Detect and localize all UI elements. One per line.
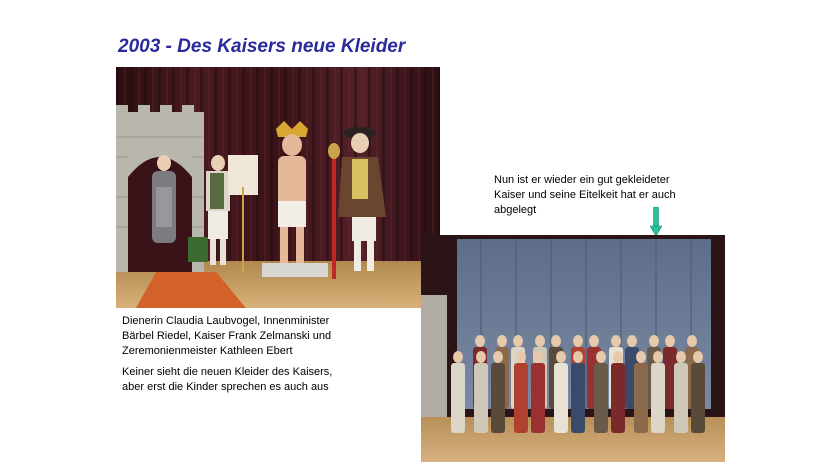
- caption-line: Keiner sieht die neuen Kleider des Kaise…: [122, 366, 333, 378]
- cast-member-head: [636, 351, 646, 363]
- cast-member-body: [634, 363, 648, 433]
- cast-member-head: [533, 351, 543, 363]
- cast-member-body: [514, 363, 528, 433]
- caption-line: Dienerin Claudia Laubvogel, Innenministe…: [122, 315, 330, 327]
- cast-member-body: [594, 363, 608, 433]
- cast-member-body: [691, 363, 705, 433]
- cast-member-head: [613, 351, 623, 363]
- stage-scene-caption: Dienerin Claudia Laubvogel, Innenministe…: [122, 314, 412, 401]
- caption-line: Zeremonienmeister Kathleen Ebert: [122, 345, 293, 357]
- cast-member-head: [611, 335, 621, 347]
- cast-member-head: [497, 335, 507, 347]
- cast-member-head: [476, 351, 486, 363]
- cast-member-body: [451, 363, 465, 433]
- cast-member-head: [516, 351, 526, 363]
- cast-member-body: [554, 363, 568, 433]
- slide-title: 2003 - Des Kaisers neue Kleider: [118, 36, 406, 57]
- cast-member-head: [687, 335, 697, 347]
- caption-line: aber erst die Kinder sprechen es auch au…: [122, 381, 329, 393]
- down-arrow-icon: [650, 207, 662, 237]
- cast-member-body: [491, 363, 505, 433]
- note-line: abgelegt: [494, 204, 537, 216]
- cast-member-head: [573, 335, 583, 347]
- cast-member-head: [551, 335, 561, 347]
- cast-member-head: [653, 351, 663, 363]
- ending-note: Nun ist er wieder ein gut gekleideter Ka…: [494, 173, 724, 218]
- cast-member-body: [651, 363, 665, 433]
- scene-description: Keiner sieht die neuen Kleider des Kaise…: [122, 365, 412, 395]
- cast-member-head: [596, 351, 606, 363]
- cast-member-head: [676, 351, 686, 363]
- cast-caption: Dienerin Claudia Laubvogel, Innenministe…: [122, 314, 412, 359]
- cast-member-body: [674, 363, 688, 433]
- cast-member-head: [573, 351, 583, 363]
- note-line: Nun ist er wieder ein gut gekleideter: [494, 174, 670, 186]
- note-line: Kaiser und seine Eitelkeit hat er auch: [494, 189, 676, 201]
- cast-group-photo: [421, 235, 725, 462]
- caption-line: Bärbel Riedel, Kaiser Frank Zelmanski un…: [122, 330, 332, 342]
- cast-member-head: [453, 351, 463, 363]
- cast-member-head: [665, 335, 675, 347]
- cast-member-head: [649, 335, 659, 347]
- cast-member-body: [531, 363, 545, 433]
- cast-member-head: [535, 335, 545, 347]
- cast-member-head: [513, 335, 523, 347]
- cast-member-body: [474, 363, 488, 433]
- cast-member-head: [493, 351, 503, 363]
- cast-member-body: [571, 363, 585, 433]
- cast-member-head: [475, 335, 485, 347]
- cast-member-head: [693, 351, 703, 363]
- cast-member-head: [589, 335, 599, 347]
- stage-scene-photo: [116, 67, 440, 308]
- cast-member-body: [611, 363, 625, 433]
- cast-member-head: [627, 335, 637, 347]
- cast-member-head: [556, 351, 566, 363]
